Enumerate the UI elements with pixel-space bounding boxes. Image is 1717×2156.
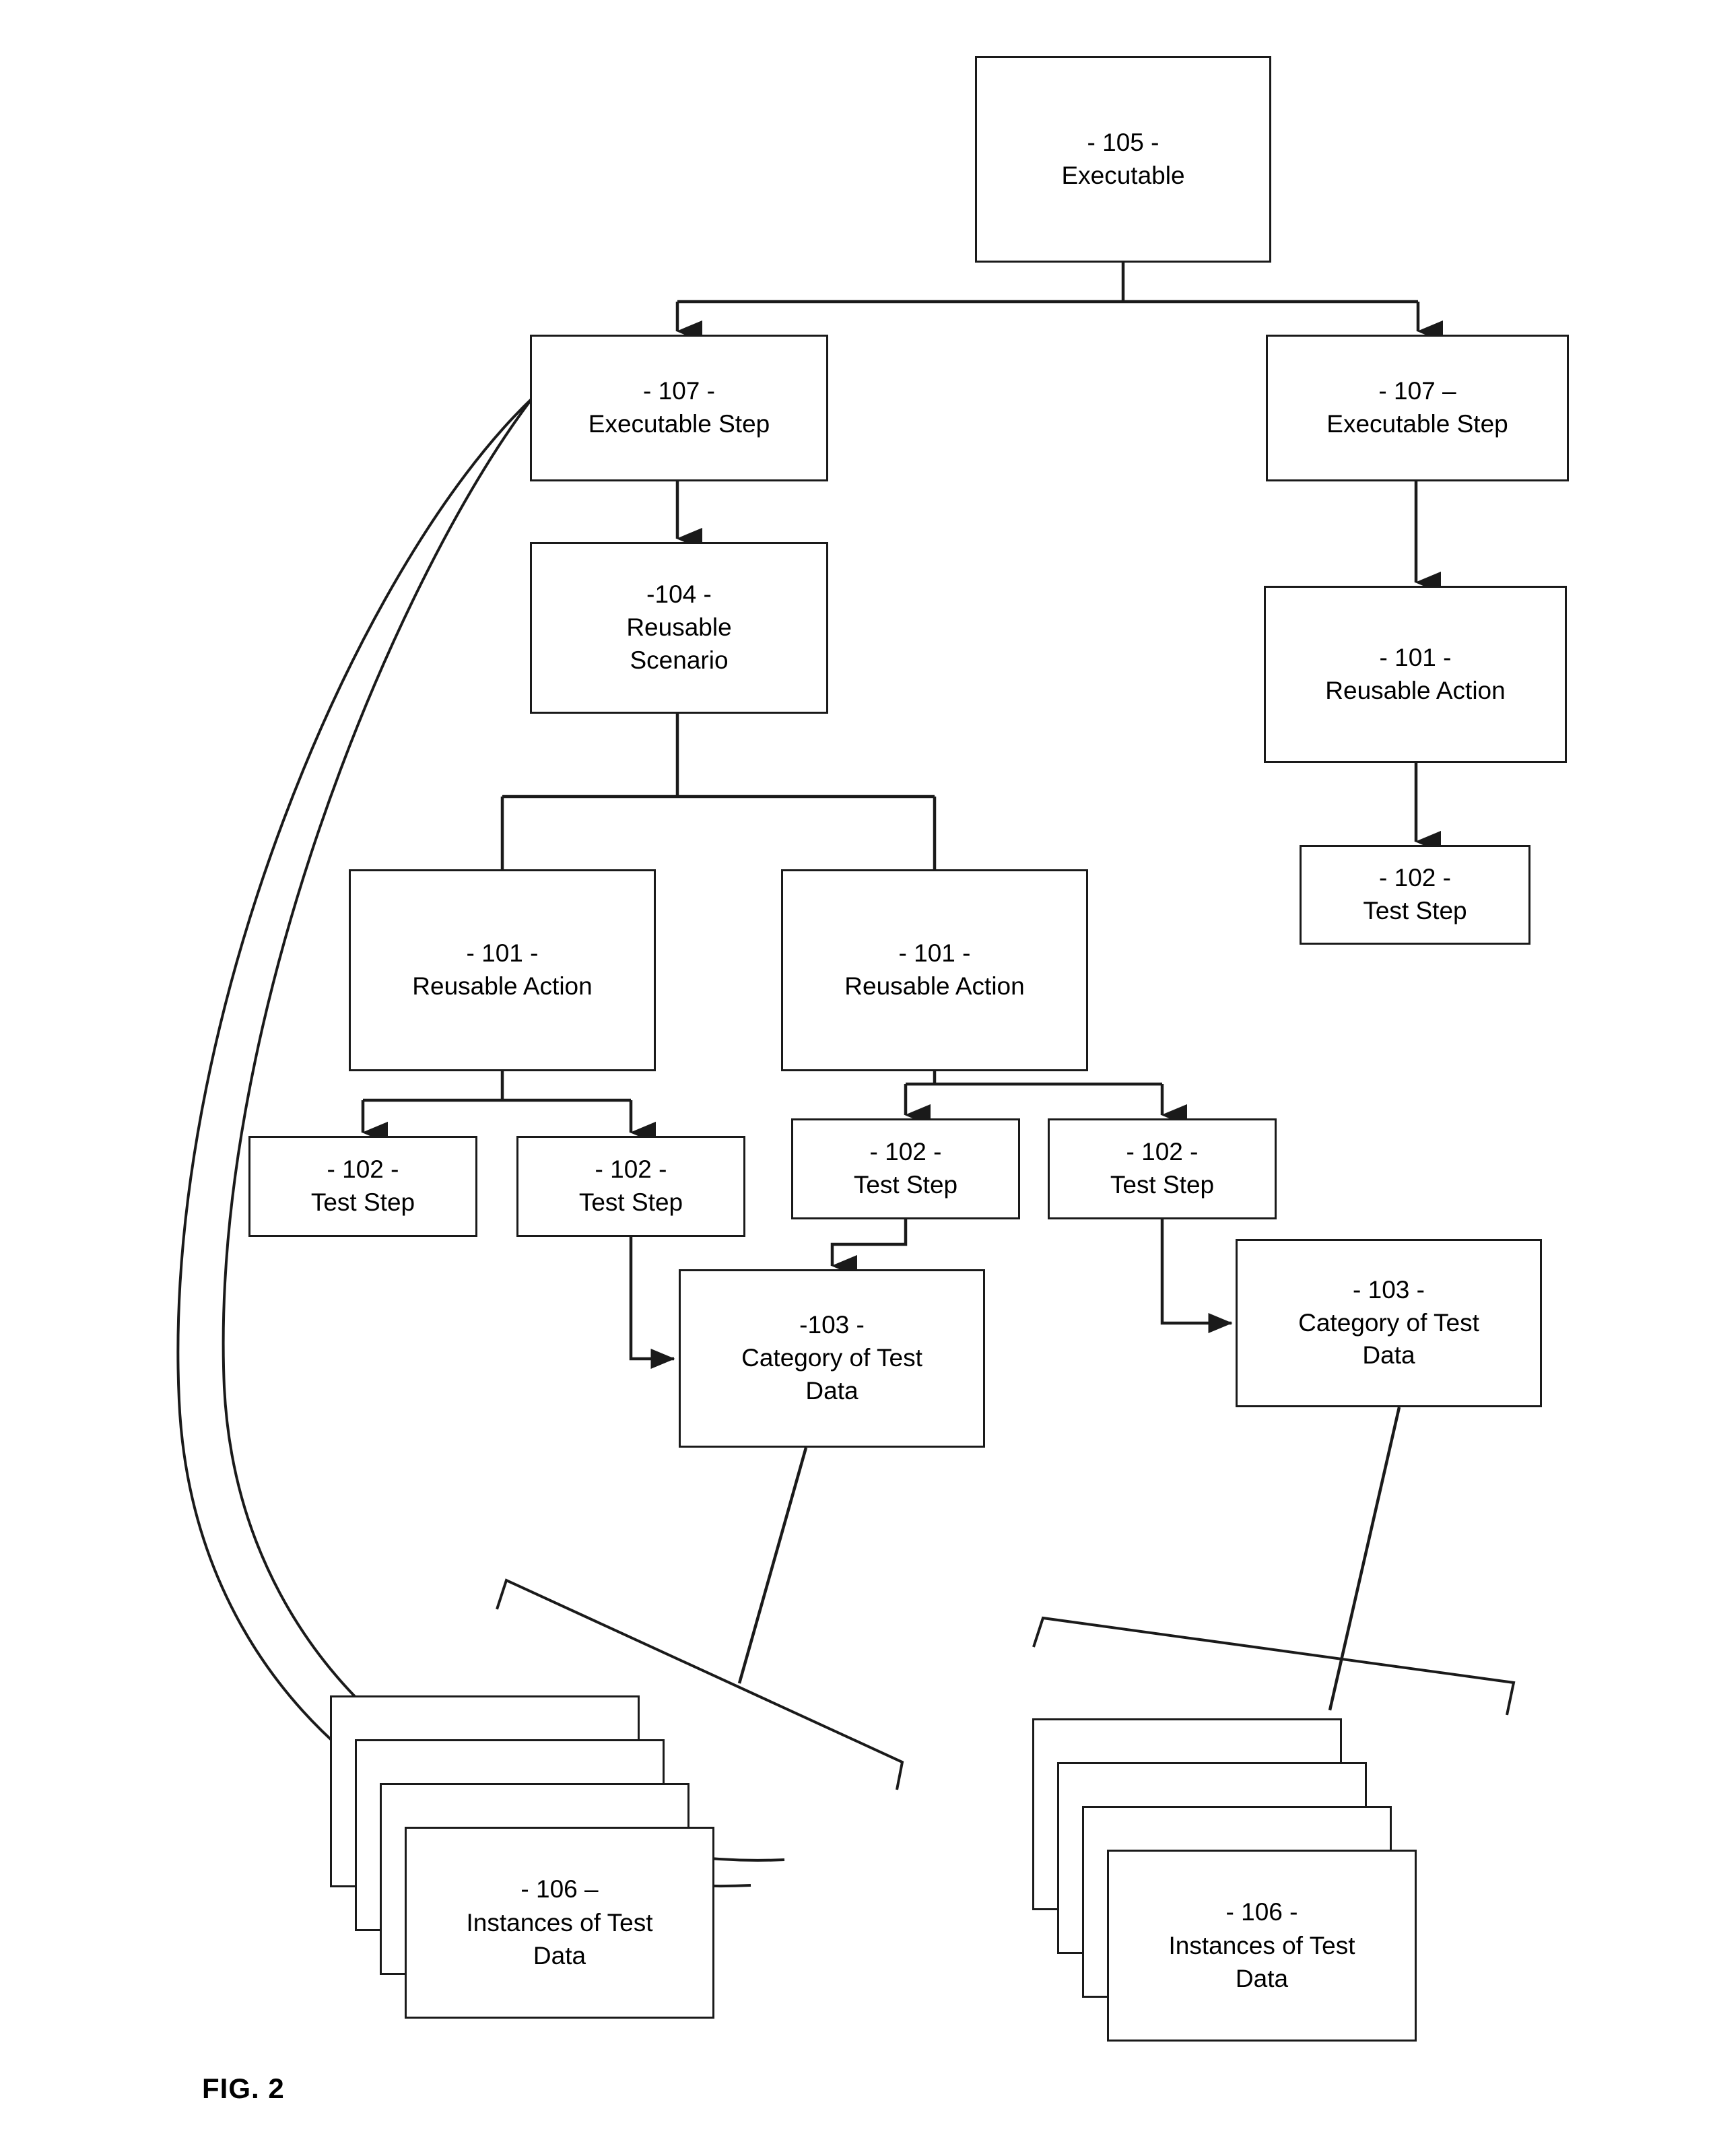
node-executable-step-right-label: - 107 – Executable Step (1326, 377, 1508, 438)
connector-ts3-to-category-left (830, 1219, 908, 1277)
node-category-left[interactable]: -103 - Category of Test Data (679, 1269, 985, 1448)
stack-instances-left-label: - 106 – Instances of Test Data (466, 1875, 653, 1970)
node-reusable-action-right-top[interactable]: - 101 - Reusable Action (1264, 586, 1567, 763)
node-test-step-2[interactable]: - 102 - Test Step (516, 1136, 745, 1237)
node-test-step-4-label: - 102 - Test Step (1110, 1138, 1215, 1199)
brace-right-stack (1032, 1616, 1516, 1716)
node-executable-label: - 105 - Executable (1061, 128, 1185, 189)
leader-category-left-to-instances (737, 1447, 808, 1684)
figure-label: FIG. 2 (202, 2073, 285, 2104)
stack-instances-right-card-front[interactable]: - 106 - Instances of Test Data (1107, 1850, 1417, 2042)
node-test-step-right-top-label: - 102 - Test Step (1363, 864, 1467, 924)
node-test-step-3-label: - 102 - Test Step (853, 1138, 958, 1199)
patent-figure-page: - 105 - Executable - 107 - Executable St… (0, 0, 1717, 2156)
node-test-step-2-label: - 102 - Test Step (578, 1155, 683, 1216)
connector-ts2-to-category-left (629, 1237, 675, 1369)
node-test-step-1-label: - 102 - Test Step (310, 1155, 415, 1216)
node-reusable-action-a[interactable]: - 101 - Reusable Action (349, 869, 656, 1071)
node-category-right-label: - 103 - Category of Test Data (1298, 1275, 1479, 1370)
node-reusable-action-a-label: - 101 - Reusable Action (412, 939, 593, 1000)
stack-instances-left-card-front[interactable]: - 106 – Instances of Test Data (405, 1827, 714, 2019)
node-test-step-1[interactable]: - 102 - Test Step (248, 1136, 477, 1237)
node-reusable-action-right-top-label: - 101 - Reusable Action (1325, 643, 1506, 704)
node-category-left-label: -103 - Category of Test Data (741, 1311, 922, 1405)
node-test-step-3[interactable]: - 102 - Test Step (791, 1118, 1020, 1219)
stack-instances-right-label: - 106 - Instances of Test Data (1168, 1898, 1355, 1993)
node-test-step-4[interactable]: - 102 - Test Step (1048, 1118, 1277, 1219)
node-test-step-right-top[interactable]: - 102 - Test Step (1300, 845, 1530, 945)
node-executable[interactable]: - 105 - Executable (975, 56, 1271, 263)
node-reusable-scenario-label: -104 - Reusable Scenario (626, 580, 732, 674)
node-reusable-action-b[interactable]: - 101 - Reusable Action (781, 869, 1088, 1071)
node-category-right[interactable]: - 103 - Category of Test Data (1236, 1239, 1542, 1407)
node-executable-step-left-label: - 107 - Executable Step (588, 377, 770, 438)
connector-ts4-to-category-right (1160, 1219, 1233, 1333)
diagram-connectors (176, 263, 1516, 1887)
node-executable-step-left[interactable]: - 107 - Executable Step (530, 335, 828, 481)
node-executable-step-right[interactable]: - 107 – Executable Step (1266, 335, 1569, 481)
node-reusable-action-b-label: - 101 - Reusable Action (844, 939, 1025, 1000)
node-reusable-scenario[interactable]: -104 - Reusable Scenario (530, 542, 828, 714)
